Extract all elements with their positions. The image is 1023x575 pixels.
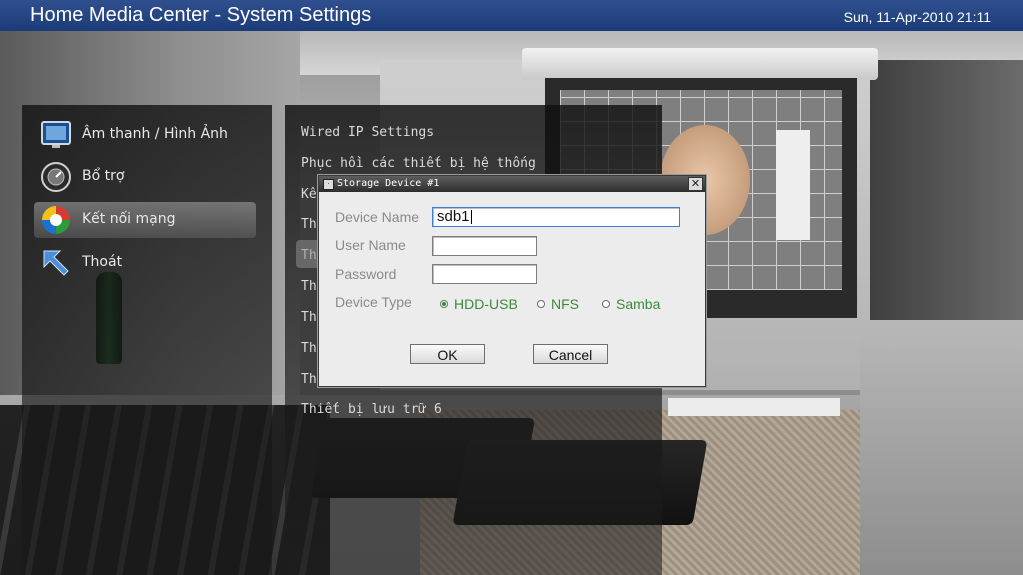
menu-item-audio-video[interactable]: Âm thanh / Hình Ảnh	[34, 117, 256, 153]
menu-item-exit[interactable]: Thoát	[34, 245, 256, 281]
list-item[interactable]: Th	[301, 341, 317, 356]
radio-label: NFS	[551, 296, 579, 312]
menu-item-label: Âm thanh / Hình Ảnh	[82, 126, 228, 142]
menu-item-label: Thoát	[82, 254, 123, 270]
radio-dot	[537, 300, 545, 308]
radio-label: Samba	[616, 296, 661, 312]
title-bar: Home Media Center - System Settings Sun,…	[0, 0, 1023, 31]
dialog-title-bar: · Storage Device #1 ✕	[319, 176, 705, 192]
projector-screen-roll	[522, 48, 878, 80]
dark-wall-panel	[870, 60, 1023, 360]
radio-dot-selected	[440, 300, 448, 308]
close-button[interactable]: ✕	[688, 177, 703, 191]
network-icon	[42, 206, 70, 234]
device-name-value: sdb1	[437, 208, 470, 225]
radio-dot	[602, 300, 610, 308]
password-field[interactable]	[432, 264, 537, 284]
storage-device-dialog: · Storage Device #1 ✕ Device Name sdb1 U…	[318, 175, 706, 387]
list-item[interactable]: Th	[301, 279, 317, 294]
list-item[interactable]: Th	[301, 372, 317, 387]
list-item[interactable]: Th	[301, 217, 317, 232]
menu-item-label: Bổ trợ	[82, 168, 125, 184]
dialog-title: Storage Device #1	[337, 178, 440, 189]
user-name-field[interactable]	[432, 236, 537, 256]
list-item-restore-devices[interactable]: Phục hồi các thiết bị hệ thống	[301, 156, 536, 171]
cancel-button[interactable]: Cancel	[533, 344, 608, 364]
menu-item-addons[interactable]: Bổ trợ	[34, 159, 256, 195]
list-item-wired-ip[interactable]: Wired IP Settings	[301, 125, 434, 140]
device-type-label: Device Type	[335, 294, 412, 310]
back-arrow-icon	[43, 250, 69, 276]
date-time: Sun, 11-Apr-2010 21:11	[843, 9, 991, 25]
dialog-menu-icon[interactable]: ·	[323, 179, 334, 190]
test-pattern-scale	[776, 130, 810, 240]
main-menu: Âm thanh / Hình Ảnh Bổ trợ Kết nối mạng …	[22, 105, 272, 575]
monitor-icon	[41, 121, 71, 148]
password-label: Password	[335, 266, 397, 282]
user-name-label: User Name	[335, 237, 406, 253]
list-item[interactable]: Th	[301, 310, 317, 325]
radio-label: HDD-USB	[454, 296, 518, 312]
app-title: Home Media Center - System Settings	[30, 4, 372, 26]
device-name-field[interactable]: sdb1	[432, 207, 680, 227]
ok-button[interactable]: OK	[410, 344, 485, 364]
list-item-storage-6[interactable]: Thiết bị lưu trữ 6	[301, 402, 442, 417]
menu-item-network[interactable]: Kết nối mạng	[34, 202, 256, 238]
menu-item-label: Kết nối mạng	[82, 211, 176, 227]
list-item[interactable]: Kế	[301, 187, 317, 202]
device-name-label: Device Name	[335, 209, 420, 225]
dial-icon	[41, 162, 71, 192]
text-caret	[470, 210, 472, 225]
sofa	[860, 320, 1023, 575]
white-shelf	[668, 398, 840, 416]
